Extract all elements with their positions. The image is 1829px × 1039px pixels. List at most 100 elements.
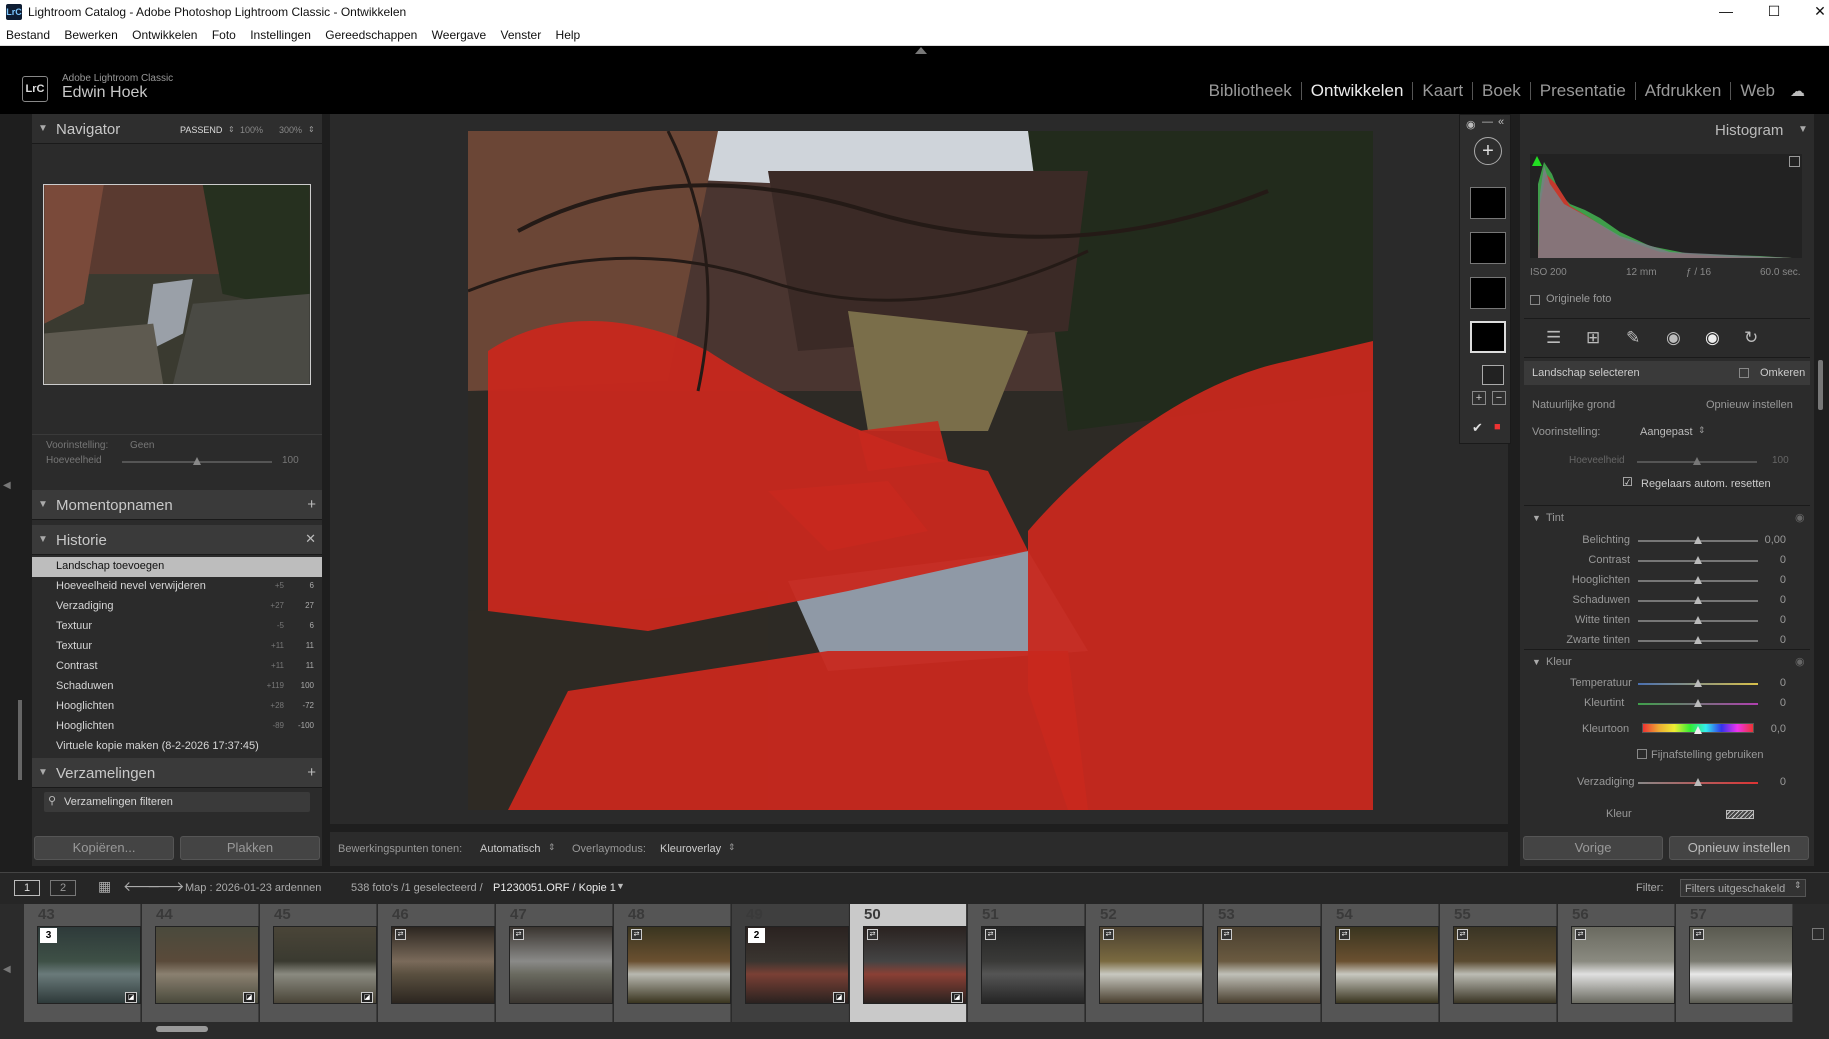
collapse-masks-icon[interactable]: « — [1498, 116, 1504, 128]
mask-amount-knob[interactable] — [1693, 457, 1701, 465]
presets-icon[interactable]: ↻ — [1744, 328, 1758, 348]
mask-visibility-icon[interactable]: ◉ — [1466, 118, 1476, 131]
menu-gereedschappen[interactable]: Gereedschappen — [319, 24, 422, 42]
menu-venster[interactable]: Venster — [495, 24, 547, 42]
filmstrip-thumbnail[interactable] — [1217, 926, 1321, 1004]
filmstrip-thumbnail[interactable] — [981, 926, 1085, 1004]
filmstrip-cell[interactable]: 47 ⇄ — [496, 904, 613, 1022]
menu-weergave[interactable]: Weergave — [426, 24, 491, 42]
highlight-clipping-icon[interactable] — [1789, 156, 1800, 167]
collapse-triangle-icon[interactable]: ▼ — [38, 123, 48, 134]
menu-ontwikkelen[interactable]: Ontwikkelen — [126, 24, 202, 42]
module-ontwikkelen[interactable]: Ontwikkelen — [1302, 82, 1414, 100]
previous-button[interactable]: Vorige — [1523, 836, 1663, 860]
mask-reset-link[interactable]: Opnieuw instellen — [1706, 399, 1793, 411]
tone-slider-knob[interactable] — [1694, 556, 1702, 564]
menu-instellingen[interactable]: Instellingen — [244, 24, 316, 42]
add-snapshot-icon[interactable]: + — [307, 496, 316, 513]
history-item[interactable]: Schaduwen +119 100 — [32, 677, 322, 697]
temperature-knob[interactable] — [1694, 679, 1702, 687]
tone-slider-knob[interactable] — [1694, 636, 1702, 644]
selected-file[interactable]: P1230051.ORF / Kopie 1 — [493, 882, 616, 894]
collapse-triangle-icon[interactable]: ▼ — [38, 499, 48, 510]
tone-slider-knob[interactable] — [1694, 576, 1702, 584]
mask-thumbnail[interactable] — [1470, 187, 1506, 219]
zoom-arrows-icon[interactable]: ⇕ — [308, 125, 315, 134]
dropdown-arrows-icon[interactable]: ⇕ — [1794, 880, 1802, 891]
red-eye-icon[interactable]: ◉ — [1666, 328, 1681, 348]
tone-section-header[interactable]: ▼ Tint ◉ — [1524, 505, 1810, 529]
copy-settings-button[interactable]: Kopiëren... — [34, 836, 174, 860]
menu-help[interactable]: Help — [550, 24, 586, 42]
left-panel-toggle-icon[interactable]: ◀ — [3, 480, 11, 491]
section-visibility-icon[interactable]: ◉ — [1795, 511, 1805, 524]
add-mask-icon[interactable]: + — [1474, 137, 1502, 165]
filmstrip-cell[interactable]: 45 ◪ — [260, 904, 377, 1022]
add-to-mask-icon[interactable]: + — [1472, 391, 1486, 405]
filmstrip-cell[interactable]: 46 ⇄ — [378, 904, 495, 1022]
section-visibility-icon[interactable]: ◉ — [1795, 655, 1805, 668]
cloud-icon[interactable]: ☁ — [1790, 82, 1805, 100]
history-item[interactable]: Hoeveelheid nevel verwijderen +5 6 — [32, 577, 322, 597]
filmstrip-thumbnail[interactable] — [391, 926, 495, 1004]
fine-adjust-checkbox[interactable] — [1637, 749, 1647, 759]
masking-icon[interactable]: ◉ — [1705, 328, 1720, 348]
mask-thumbnail[interactable] — [1470, 277, 1506, 309]
collapse-triangle-icon[interactable]: ▼ — [1532, 657, 1541, 667]
history-item[interactable]: Virtuele kopie maken (8-2-2026 17:37:45) — [32, 737, 322, 757]
filmstrip-thumbnail[interactable] — [1453, 926, 1557, 1004]
right-scrollbar[interactable] — [1818, 360, 1823, 410]
filter-dropdown[interactable]: Filters uitgeschakeld — [1680, 879, 1806, 897]
top-panel-toggle-icon[interactable] — [915, 47, 927, 54]
filmstrip-thumbnail[interactable] — [509, 926, 613, 1004]
fit-arrows-icon[interactable]: ⇕ — [228, 125, 235, 134]
main-photo[interactable] — [468, 131, 1373, 810]
left-scrollbar[interactable] — [18, 700, 22, 780]
clear-history-icon[interactable]: ✕ — [305, 531, 316, 547]
file-dropdown-icon[interactable]: ▼ — [616, 881, 625, 891]
collections-header[interactable]: ▼ Verzamelingen + — [32, 758, 322, 788]
overlay-color-icon[interactable]: ■ — [1494, 421, 1501, 433]
history-item[interactable]: Hooglichten +28 -72 — [32, 697, 322, 717]
saturation-knob[interactable] — [1694, 778, 1702, 786]
filmstrip-cell-selected[interactable]: 50 ⇄ ◪ — [850, 904, 967, 1022]
filmstrip-cell[interactable]: 54 ⇄ — [1322, 904, 1439, 1022]
zoom-fit[interactable]: PASSEND — [180, 125, 222, 135]
tone-slider-knob[interactable] — [1694, 616, 1702, 624]
minimize-masks-icon[interactable]: — — [1482, 116, 1493, 128]
filmstrip-scrollbar[interactable] — [156, 1026, 208, 1032]
mask-thumbnail[interactable] — [1470, 232, 1506, 264]
tint-knob[interactable] — [1694, 699, 1702, 707]
dropdown-arrows-icon[interactable]: ⇕ — [1698, 425, 1706, 436]
filmstrip-thumbnail[interactable] — [1571, 926, 1675, 1004]
original-photo-checkbox[interactable] — [1530, 295, 1540, 305]
filmstrip-thumbnail[interactable] — [1689, 926, 1793, 1004]
color-section-header[interactable]: ▼ Kleur ◉ — [1524, 649, 1810, 673]
module-kaart[interactable]: Kaart — [1413, 82, 1474, 100]
filmstrip-cell[interactable]: 44 ◪ — [142, 904, 259, 1022]
main-window-button[interactable]: 1 — [14, 880, 40, 896]
history-item[interactable]: Textuur -5 6 — [32, 617, 322, 637]
module-boek[interactable]: Boek — [1473, 82, 1531, 100]
stack-count-badge[interactable]: 3 — [40, 928, 57, 943]
module-presentatie[interactable]: Presentatie — [1531, 82, 1636, 100]
history-item[interactable]: Verzadiging +27 27 — [32, 597, 322, 617]
minimize-icon[interactable]: — — [1703, 0, 1749, 24]
close-icon[interactable]: ✕ — [1797, 0, 1829, 24]
filmstrip-cell[interactable]: 49 2 ◪ — [732, 904, 849, 1022]
dropdown-arrows-icon[interactable]: ⇕ — [548, 842, 556, 853]
second-window-button[interactable]: 2 — [50, 880, 76, 896]
show-overlay-checkbox[interactable]: ✔ — [1472, 420, 1483, 436]
module-web[interactable]: Web — [1731, 82, 1784, 100]
mask-preset-dropdown[interactable]: Aangepast — [1640, 426, 1693, 438]
collapse-triangle-icon[interactable]: ▼ — [1532, 513, 1541, 523]
collapse-triangle-icon[interactable]: ▼ — [1798, 124, 1808, 135]
menu-bewerken[interactable]: Bewerken — [58, 24, 122, 42]
collapse-triangle-icon[interactable]: ▼ — [38, 767, 48, 778]
filmstrip-thumbnail[interactable] — [627, 926, 731, 1004]
filmstrip-cell[interactable]: 51 ⇄ — [968, 904, 1085, 1022]
filmstrip-cell[interactable]: 57 ⇄ — [1676, 904, 1793, 1022]
history-header[interactable]: ▼ Historie ✕ — [32, 525, 322, 555]
preset-value[interactable]: Geen — [130, 440, 154, 451]
filmstrip-cell[interactable]: 52 ⇄ — [1086, 904, 1203, 1022]
